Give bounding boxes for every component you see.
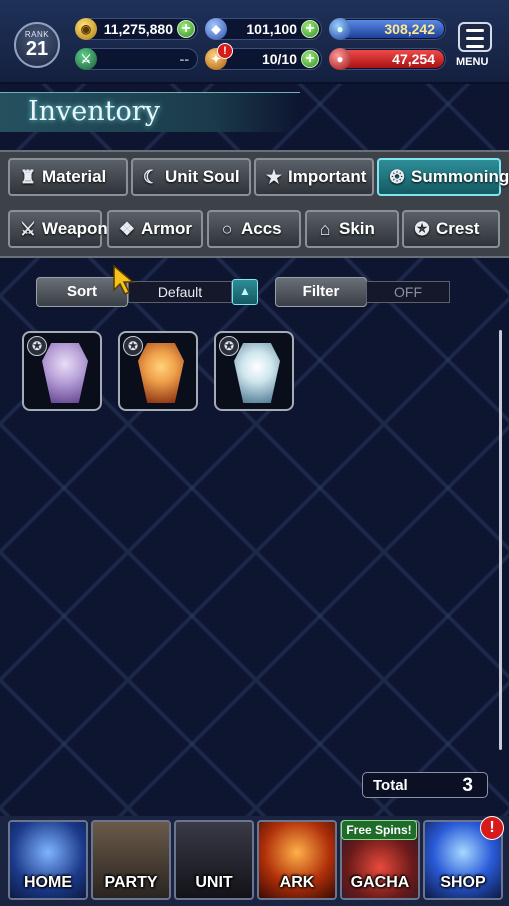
menu-button[interactable] xyxy=(458,22,492,52)
nav-home-label: HOME xyxy=(24,874,72,891)
scrollbar[interactable] xyxy=(499,330,502,750)
summon-item-slot[interactable]: ✪ xyxy=(118,331,198,411)
energy-value: -- xyxy=(179,51,189,67)
rank-badge: RANK 21 xyxy=(14,22,60,68)
sort-value: Default xyxy=(128,281,232,303)
red-orb-icon: ● xyxy=(329,48,351,70)
nav-unit-label: UNIT xyxy=(195,874,233,891)
tab-armor[interactable]: ❖ Armor xyxy=(107,210,203,248)
tab-important[interactable]: ★ Important xyxy=(254,158,374,196)
energy-icon: ⚔ xyxy=(75,48,97,70)
gil-value: 11,275,880 xyxy=(103,21,173,37)
add-stamina-button[interactable]: + xyxy=(301,50,319,68)
tab-crest[interactable]: ✪ Crest xyxy=(402,210,500,248)
nav-party[interactable]: PARTY xyxy=(91,820,171,900)
total-counter: Total 3 xyxy=(362,772,488,798)
tab-accs[interactable]: ○ Accs xyxy=(207,210,301,248)
soul-icon: ☾ xyxy=(142,167,160,187)
summon-item-slot[interactable]: ✪ xyxy=(214,331,294,411)
menu-label: MENU xyxy=(456,56,489,68)
gil-coin-icon: ◉ xyxy=(75,18,97,40)
tab-unit-soul[interactable]: ☾ Unit Soul xyxy=(131,158,251,196)
hanger-icon: ⌂ xyxy=(319,219,331,239)
menu-icon xyxy=(466,29,484,32)
summon-badge-icon: ✪ xyxy=(27,336,47,356)
red-orb-bar: ● 47,254 xyxy=(329,48,446,70)
summon-badge-icon: ✪ xyxy=(123,336,143,356)
tab-weapon[interactable]: ⚔ Weapon xyxy=(8,210,108,248)
summon-crystal-purple xyxy=(42,343,88,403)
summon-badge-icon: ✪ xyxy=(219,336,239,356)
shop-alert-badge: ! xyxy=(480,816,504,840)
crest-icon: ✪ xyxy=(414,219,430,239)
page-title: Inventory xyxy=(28,96,160,127)
status-bar: RANK 21 ◉ 11,275,880 + ◆ 101,100 + ● 308… xyxy=(0,0,509,84)
lapis-crystal-icon: ◆ xyxy=(205,18,227,40)
stamina-value: 10/10 xyxy=(261,51,297,67)
summon-crystal-fire xyxy=(138,343,184,403)
sword-icon: ⚔ xyxy=(19,219,37,239)
stamina-counter: ✦ ! 10/10 + xyxy=(205,43,322,70)
add-lapis-button[interactable]: + xyxy=(301,20,319,38)
blue-orb-bar: ● 308,242 xyxy=(329,18,446,40)
armor-icon: ❖ xyxy=(118,219,136,239)
pointer-cursor-icon xyxy=(113,264,136,296)
nav-party-label: PARTY xyxy=(104,874,158,891)
filter-value: OFF xyxy=(366,281,450,303)
nav-ark-label: ARK xyxy=(279,874,315,891)
total-value: 3 xyxy=(462,775,473,796)
lapis-value: 101,100 xyxy=(246,21,297,37)
star-icon: ★ xyxy=(265,167,283,187)
sort-order-toggle[interactable]: ▲ xyxy=(232,279,258,305)
stamina-alert-badge: ! xyxy=(217,43,233,59)
summon-item-slot[interactable]: ✪ xyxy=(22,331,102,411)
total-label: Total xyxy=(373,777,408,794)
rank-value: 21 xyxy=(25,38,49,60)
nav-shop-label: SHOP xyxy=(440,874,486,891)
energy-bar: ⚔ -- xyxy=(75,48,198,70)
nav-unit[interactable]: UNIT xyxy=(174,820,254,900)
inventory-tabs: ♜ Material ☾ Unit Soul ★ Important ❂ Sum… xyxy=(0,150,509,258)
ring-icon: ○ xyxy=(221,219,233,239)
tab-material[interactable]: ♜ Material xyxy=(8,158,128,196)
free-spins-badge: Free Spins! xyxy=(341,820,417,840)
add-gil-button[interactable]: + xyxy=(177,20,195,38)
summon-icon: ❂ xyxy=(389,167,405,187)
lapis-counter: ◆ 101,100 + xyxy=(205,18,322,40)
nav-ark[interactable]: ARK xyxy=(257,820,337,900)
gil-counter: ◉ 11,275,880 + xyxy=(75,18,198,40)
summon-crystal-ice xyxy=(234,343,280,403)
filter-button[interactable]: Filter xyxy=(275,277,367,307)
blue-orb-icon: ● xyxy=(329,18,351,40)
bag-icon: ♜ xyxy=(19,167,37,187)
nav-home[interactable]: HOME xyxy=(8,820,88,900)
tab-skin[interactable]: ⌂ Skin xyxy=(305,210,399,248)
nav-gacha-label: GACHA xyxy=(350,874,410,891)
blue-orb-value: 308,242 xyxy=(384,21,435,37)
tab-summoning[interactable]: ❂ Summoning xyxy=(377,158,509,196)
red-orb-value: 47,254 xyxy=(392,51,435,67)
